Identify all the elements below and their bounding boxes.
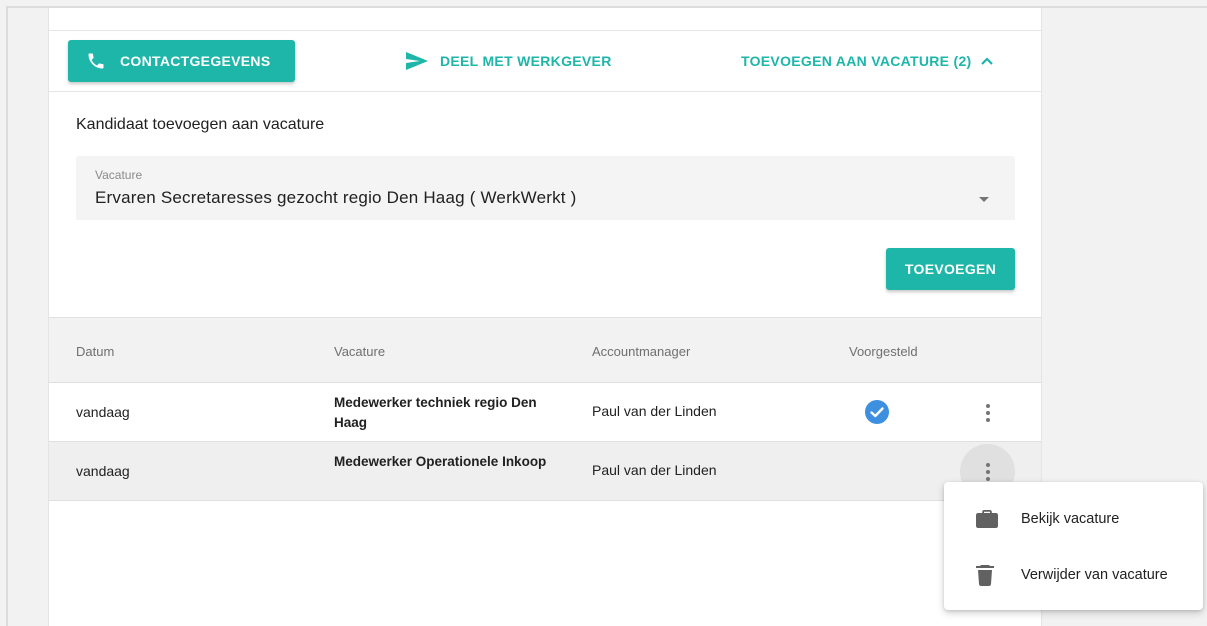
add-button[interactable]: TOEVOEGEN [886,248,1015,290]
contact-details-label: CONTACTGEGEVENS [120,53,271,69]
header-proposed: Voorgesteld [849,344,918,359]
action-bar: CONTACTGEGEVENS DEEL MET WERKGEVER TOEVO… [49,31,1041,92]
share-with-employer-button[interactable]: DEEL MET WERKGEVER [405,40,612,82]
candidate-card: CONTACTGEGEVENS DEEL MET WERKGEVER TOEVO… [48,8,1042,626]
menu-item-label: Verwijder van vacature [1021,567,1168,583]
menu-item-label: Bekijk vacature [1021,511,1120,527]
add-to-vacancy-toggle-label: TOEVOEGEN AAN VACATURE (2) [741,53,972,69]
share-with-employer-label: DEEL MET WERKGEVER [440,53,612,69]
vacancy-select-value: Ervaren Secretaresses gezocht regio Den … [95,188,577,207]
table-header: Datum Vacature Accountmanager Voorgestel… [49,317,1041,383]
row-vacancy[interactable]: Medewerker Operationele Inkoop [334,452,554,472]
briefcase-icon [976,510,998,528]
table-row: vandaag Medewerker Operationele Inkoop P… [49,442,1041,501]
vacancy-select-label: Vacature [95,168,143,182]
header-date: Datum [76,344,115,359]
more-vert-icon [985,403,990,422]
row-more-button[interactable] [960,385,1015,440]
more-vert-icon [985,462,990,481]
add-to-vacancy-toggle[interactable]: TOEVOEGEN AAN VACATURE (2) [741,40,994,82]
vacancy-select[interactable]: Vacature Ervaren Secretaresses gezocht r… [76,156,1015,220]
send-icon [406,52,428,70]
trash-icon [976,565,994,586]
vacancy-table: Datum Vacature Accountmanager Voorgestel… [49,317,1041,501]
check-circle-icon [865,400,889,424]
add-section-title: Kandidaat toevoegen aan vacature [76,116,325,133]
menu-item-view-vacancy[interactable]: Bekijk vacature [944,493,1203,545]
row-context-menu: Bekijk vacature Verwijder van vacature [944,482,1203,610]
header-vacancy: Vacature [334,344,386,359]
dropdown-arrow-icon [979,197,989,202]
row-account-manager: Paul van der Linden [592,403,717,419]
row-account-manager: Paul van der Linden [592,462,717,478]
phone-icon [88,53,104,69]
card-top-strip [49,8,1041,31]
header-account-manager: Accountmanager [592,344,691,359]
contact-details-button[interactable]: CONTACTGEGEVENS [68,40,295,82]
row-date: vandaag [76,463,130,479]
table-row: vandaag Medewerker techniek regio Den Ha… [49,383,1041,442]
row-date: vandaag [76,404,130,420]
row-vacancy[interactable]: Medewerker techniek regio Den Haag [334,393,554,433]
menu-item-remove-from-vacancy[interactable]: Verwijder van vacature [944,549,1203,601]
chevron-up-icon [980,57,993,65]
